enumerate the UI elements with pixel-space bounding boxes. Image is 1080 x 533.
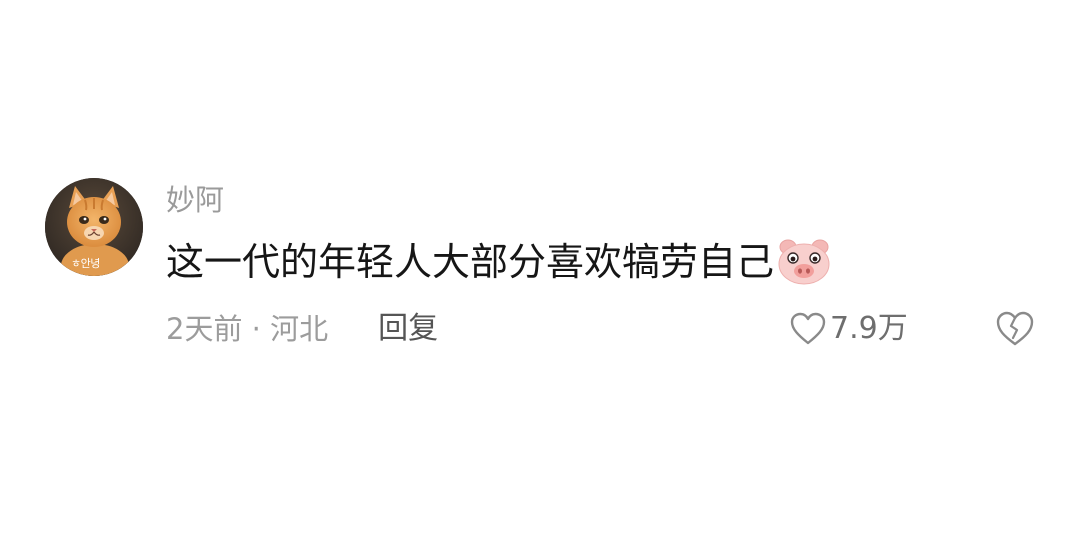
- comment-meta: 2天前 · 河北 回复: [166, 308, 438, 350]
- comment-content: 这一代的年轻人大部分喜欢犒劳自己: [166, 236, 832, 288]
- like-button[interactable]: 7.9万: [790, 308, 908, 350]
- avatar-caption: ㅎ안녕: [71, 257, 100, 270]
- broken-heart-icon[interactable]: [995, 310, 1035, 348]
- username[interactable]: 妙阿: [166, 180, 224, 220]
- timestamp-location: 2天前 · 河北: [166, 312, 329, 346]
- like-count: 7.9万: [830, 311, 908, 346]
- heart-icon: [790, 312, 826, 345]
- comment-item: ㅎ안녕 妙阿 这一代的年轻人大部分喜欢犒劳自己 2天前 · 河北 回复 7.9万: [0, 0, 1080, 533]
- pig-face-emoji-icon: [776, 238, 832, 286]
- comment-text: 这一代的年轻人大部分喜欢犒劳自己: [166, 240, 775, 284]
- reply-button[interactable]: 回复: [378, 308, 438, 350]
- avatar[interactable]: ㅎ안녕: [45, 178, 143, 276]
